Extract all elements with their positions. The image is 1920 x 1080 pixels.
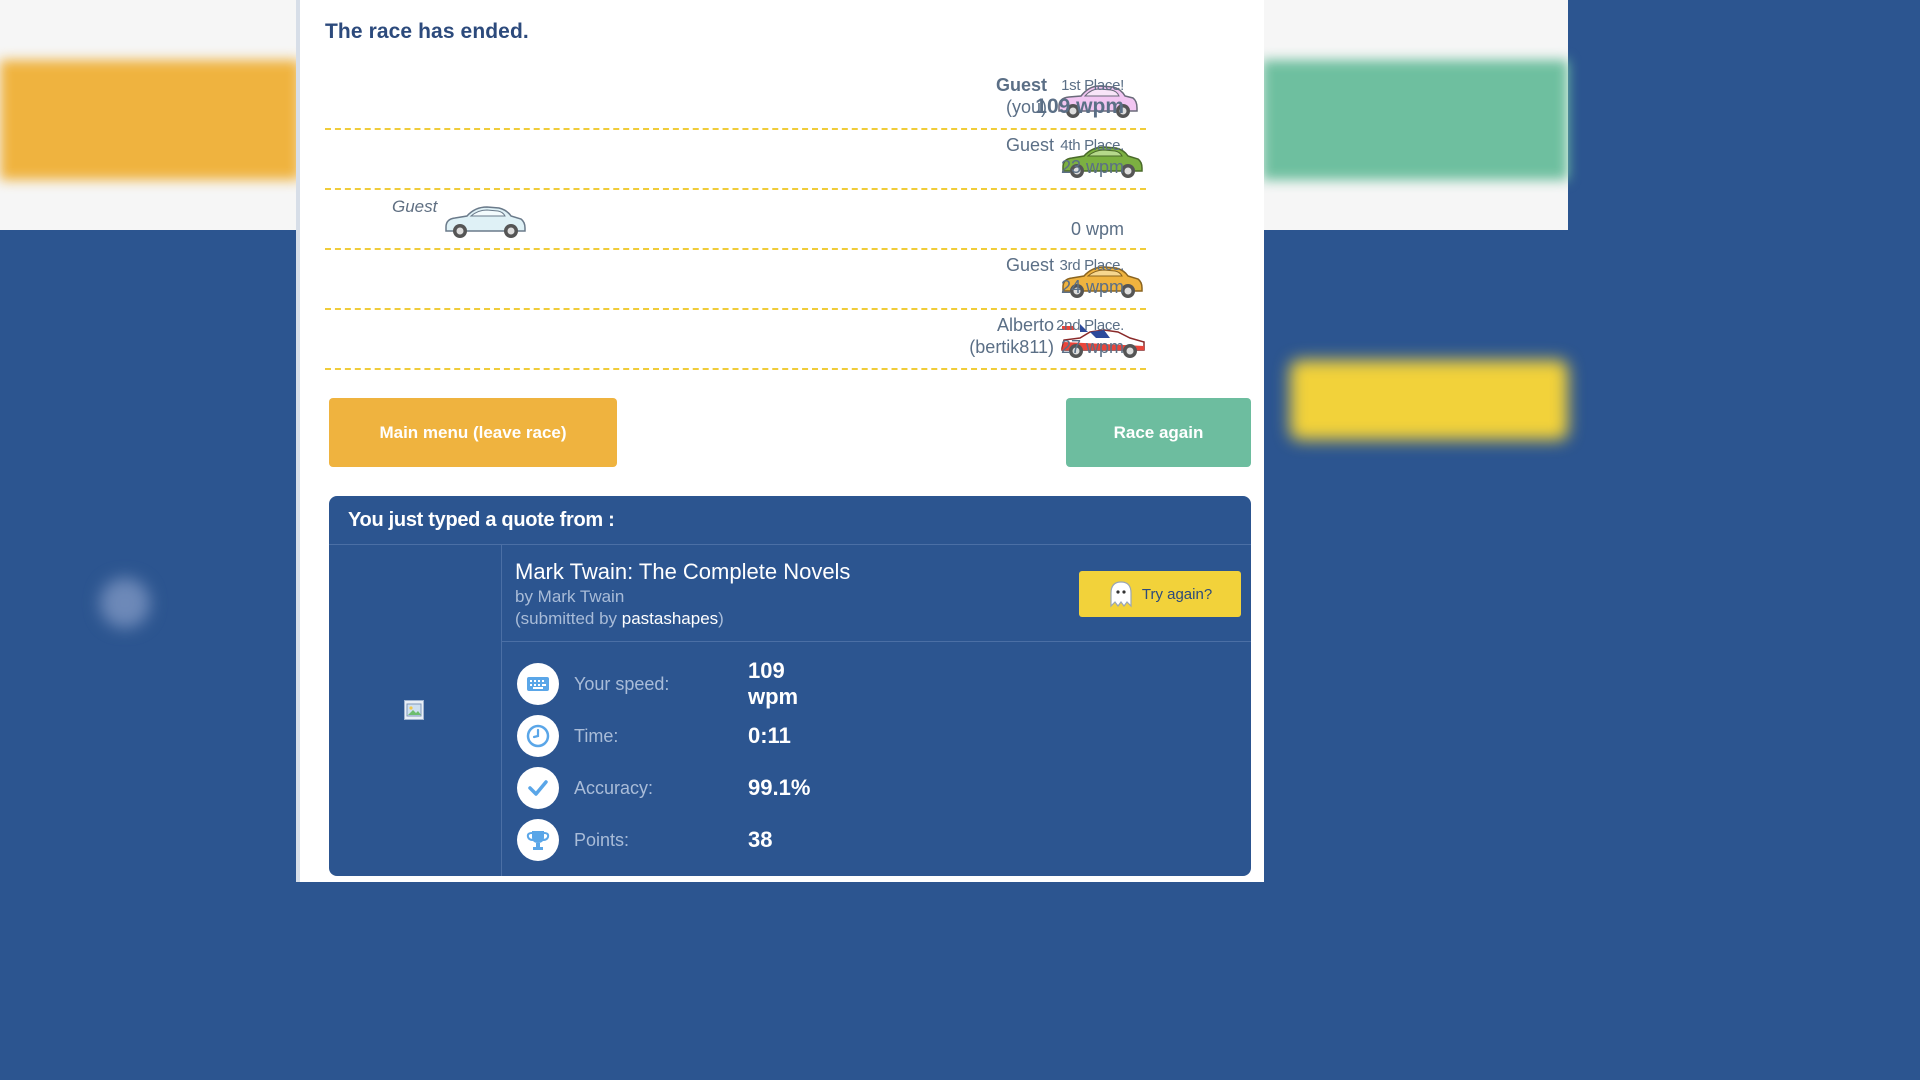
- racer-name-line: Alberto: [996, 315, 1054, 335]
- race-status-title: The race has ended.: [325, 20, 529, 43]
- background-blurred-blob: [100, 578, 150, 628]
- background-blurred-button: [0, 60, 300, 180]
- racer-name-line: Guest: [1005, 255, 1054, 275]
- racer-name-line: Guest: [1005, 135, 1054, 155]
- racer-wpm: 24 wpm: [1060, 277, 1124, 297]
- race-lane: Guest 0 wpm: [325, 188, 1146, 250]
- check-icon: [517, 767, 559, 809]
- race-lane: Alberto (bertik811) 2nd Place. 27 wpm: [325, 308, 1146, 370]
- book-info: Mark Twain: The Complete Novels by Mark …: [515, 558, 850, 630]
- stat-accuracy: Accuracy: 99.1%: [517, 766, 810, 810]
- background-blurred-button: [1262, 60, 1568, 180]
- submitted-prefix: (submitted by: [515, 609, 622, 628]
- racer-result: 3rd Place. 24 wpm: [1059, 256, 1124, 298]
- book-submitted-by: (submitted by pastashapes): [515, 608, 850, 630]
- race-lane: Guest (you) 1st Place! 109 wpm: [325, 68, 1146, 130]
- submitter-link[interactable]: pastashapes: [622, 609, 718, 628]
- clock-icon: [517, 715, 559, 757]
- racer-result: 2nd Place. 27 wpm: [1056, 316, 1124, 358]
- stat-value: 99.1%: [748, 775, 811, 800]
- try-again-label: Try again?: [1141, 585, 1213, 603]
- stat-label: Accuracy:: [574, 777, 654, 798]
- racer-name-line: Guest: [392, 197, 438, 216]
- stat-label: Time:: [574, 725, 619, 746]
- try-again-button[interactable]: Try again?: [1079, 571, 1241, 617]
- racer-place: 4th Place.: [1060, 137, 1124, 154]
- stat-label: Your speed:: [574, 673, 670, 694]
- book-author: by Mark Twain: [515, 587, 625, 606]
- racer-result: 1st Place! 109 wpm: [1035, 76, 1124, 118]
- book-cover-column: [329, 545, 502, 876]
- racer-place: 1st Place!: [1061, 77, 1124, 94]
- racer-name: Guest: [1006, 134, 1054, 156]
- race-again-button[interactable]: Race again: [1066, 398, 1251, 467]
- main-menu-leave-race-button[interactable]: Main menu (leave race): [329, 398, 617, 467]
- stat-value: 0:11: [748, 723, 791, 748]
- racer-result: 0 wpm: [1071, 218, 1124, 240]
- race-lane: Guest 4th Place. 23 wpm: [325, 128, 1146, 190]
- trophy-icon: [517, 819, 559, 861]
- quote-header: You just typed a quote from :: [329, 496, 1251, 545]
- stat-speed: Your speed: 109 wpm: [517, 658, 798, 709]
- racer-wpm: 0 wpm: [1070, 219, 1124, 239]
- racer-name: Alberto (bertik811): [969, 314, 1054, 358]
- stat-points: Points: 38: [517, 818, 772, 862]
- background-blurred-button: [1290, 360, 1568, 440]
- racer-wpm: 109 wpm: [1035, 95, 1124, 118]
- stat-label: Points:: [574, 829, 630, 850]
- keyboard-icon: [517, 663, 559, 705]
- quote-summary-box: You just typed a quote from : Mark Twain…: [329, 496, 1251, 876]
- stat-value: 109 wpm: [748, 658, 799, 709]
- white-car-icon: [445, 206, 526, 238]
- book-cover-image: [404, 700, 424, 720]
- racer-place: 3rd Place.: [1059, 257, 1124, 274]
- stat-value: 38: [748, 827, 773, 852]
- racer-wpm: 23 wpm: [1060, 157, 1124, 177]
- stats-divider: [502, 641, 1251, 642]
- racer-place: 2nd Place.: [1056, 317, 1124, 334]
- racer-name: Guest: [392, 196, 437, 218]
- race-lane: Guest 3rd Place. 24 wpm: [325, 248, 1146, 310]
- racer-result: 4th Place. 23 wpm: [1060, 136, 1124, 178]
- race-results-panel: The race has ended. Guest (you) 1st Plac…: [296, 0, 1264, 882]
- book-title[interactable]: Mark Twain: The Complete Novels: [515, 558, 850, 586]
- ghost-icon: [1110, 581, 1132, 608]
- broken-image-icon: [406, 703, 422, 717]
- stat-time: Time: 0:11: [517, 714, 791, 758]
- racer-wpm: 27 wpm: [1060, 337, 1124, 357]
- racer-name: Guest: [1006, 254, 1054, 276]
- submitted-suffix: ): [718, 609, 724, 628]
- racer-name-line: (bertik811): [969, 337, 1054, 357]
